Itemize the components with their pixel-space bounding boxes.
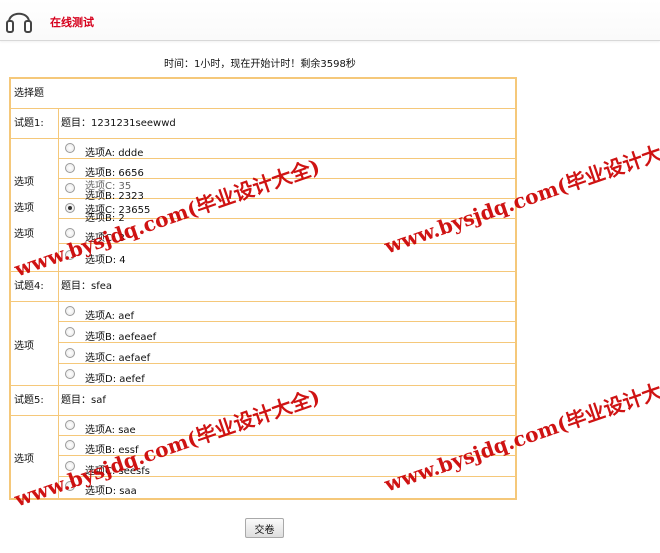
radio-button[interactable] xyxy=(65,369,75,379)
radio-button[interactable] xyxy=(65,306,75,316)
options-label: 选项 xyxy=(14,341,34,352)
option-text: 选项C: seesfs xyxy=(85,466,150,477)
options-label-cell: 选项 xyxy=(11,302,59,385)
question-text: 题目：1231231seewwd xyxy=(61,118,176,129)
radio-button[interactable] xyxy=(65,163,75,173)
page-title: 在线测试 xyxy=(50,16,94,29)
options-group-overlap: 选项 选项 选项 选项A: ddde 选项B: 6656 选项C: 35 选项B… xyxy=(11,139,515,272)
option-row[interactable]: 选项C: 23655 选项B: 2 xyxy=(59,199,515,224)
radio-button[interactable] xyxy=(65,440,75,450)
option-row[interactable]: 选项C: 3 xyxy=(59,224,515,244)
headphones-icon xyxy=(6,12,32,33)
timer-text: 时间：1小时，现在开始计时！剩余3598秒 xyxy=(164,59,356,70)
option-row[interactable]: 选项A: sae xyxy=(59,416,515,436)
radio-button[interactable] xyxy=(65,481,75,491)
options-label-cell: 选项 xyxy=(11,416,59,498)
option-row[interactable]: 选项B: 6656 xyxy=(59,159,515,179)
question-label: 试题5: xyxy=(11,386,59,415)
question-label: 试题1: xyxy=(11,109,59,138)
options-group-4: 选项 选项A: aef 选项B: aefeaef 选项C: aefaef 选项D… xyxy=(11,302,515,386)
option-row[interactable]: 选项C: aefaef xyxy=(59,344,515,364)
option-row[interactable]: 选项D: aefef xyxy=(59,365,515,386)
option-text: 选项A: aef xyxy=(85,311,135,322)
question-row-1: 试题1: 题目：1231231seewwd xyxy=(11,109,515,139)
app-header: 在线测试 xyxy=(0,0,660,41)
radio-button[interactable] xyxy=(65,250,75,260)
option-text: 选项C: aefaef xyxy=(85,353,151,364)
option-ghost-text: 选项B: 2 xyxy=(85,213,125,224)
option-row[interactable]: 选项A: aef xyxy=(59,302,515,322)
radio-button[interactable] xyxy=(65,420,75,430)
radio-button[interactable] xyxy=(65,327,75,337)
option-row[interactable]: 选项C: seesfs xyxy=(59,457,515,477)
option-row[interactable]: 选项D: 4 xyxy=(59,246,515,272)
options-group-5: 选项 选项A: sae 选项B: essf 选项C: seesfs 选项D: s… xyxy=(11,416,515,498)
option-text: 选项D: 4 xyxy=(85,255,126,266)
option-text: 选项A: sae xyxy=(85,425,136,436)
option-row[interactable]: 选项C: 35 选项B: 2323 xyxy=(59,179,515,202)
section-title: 选择题 xyxy=(11,79,515,109)
option-text: 选项D: aefef xyxy=(85,374,145,385)
radio-button[interactable] xyxy=(65,348,75,358)
option-row[interactable]: 选项B: aefeaef xyxy=(59,323,515,343)
question-row-5: 试题5: 题目：saf xyxy=(11,386,515,416)
option-row[interactable]: 选项B: essf xyxy=(59,436,515,456)
radio-button[interactable] xyxy=(65,183,75,193)
radio-button[interactable] xyxy=(65,461,75,471)
option-text: 选项C: 3 xyxy=(85,233,125,244)
question-text: 题目：saf xyxy=(61,395,106,406)
submit-exam-button[interactable]: 交卷 xyxy=(245,518,284,538)
option-text: 选项A: ddde xyxy=(85,148,144,159)
quiz-table: 选择题 试题1: 题目：1231231seewwd 选项 选项 选项 选项A: … xyxy=(9,77,517,500)
radio-button[interactable] xyxy=(65,228,75,238)
options-label: 选项 xyxy=(14,203,34,214)
option-row[interactable]: 选项A: ddde xyxy=(59,139,515,159)
option-text: 选项D: saa xyxy=(85,486,137,497)
option-text: 选项B: essf xyxy=(85,445,139,456)
options-label: 选项 xyxy=(14,229,34,240)
options-label-cell: 选项 选项 选项 xyxy=(11,139,59,271)
radio-button-checked[interactable] xyxy=(65,203,75,213)
option-text: 选项B: aefeaef xyxy=(85,332,157,343)
options-label: 选项 xyxy=(14,177,34,188)
radio-button[interactable] xyxy=(65,143,75,153)
question-label: 试题4: xyxy=(11,272,59,301)
options-label: 选项 xyxy=(14,454,34,465)
option-row[interactable]: 选项D: saa xyxy=(59,477,515,498)
question-row-4: 试题4: 题目：sfea xyxy=(11,272,515,302)
question-text: 题目：sfea xyxy=(61,281,113,292)
